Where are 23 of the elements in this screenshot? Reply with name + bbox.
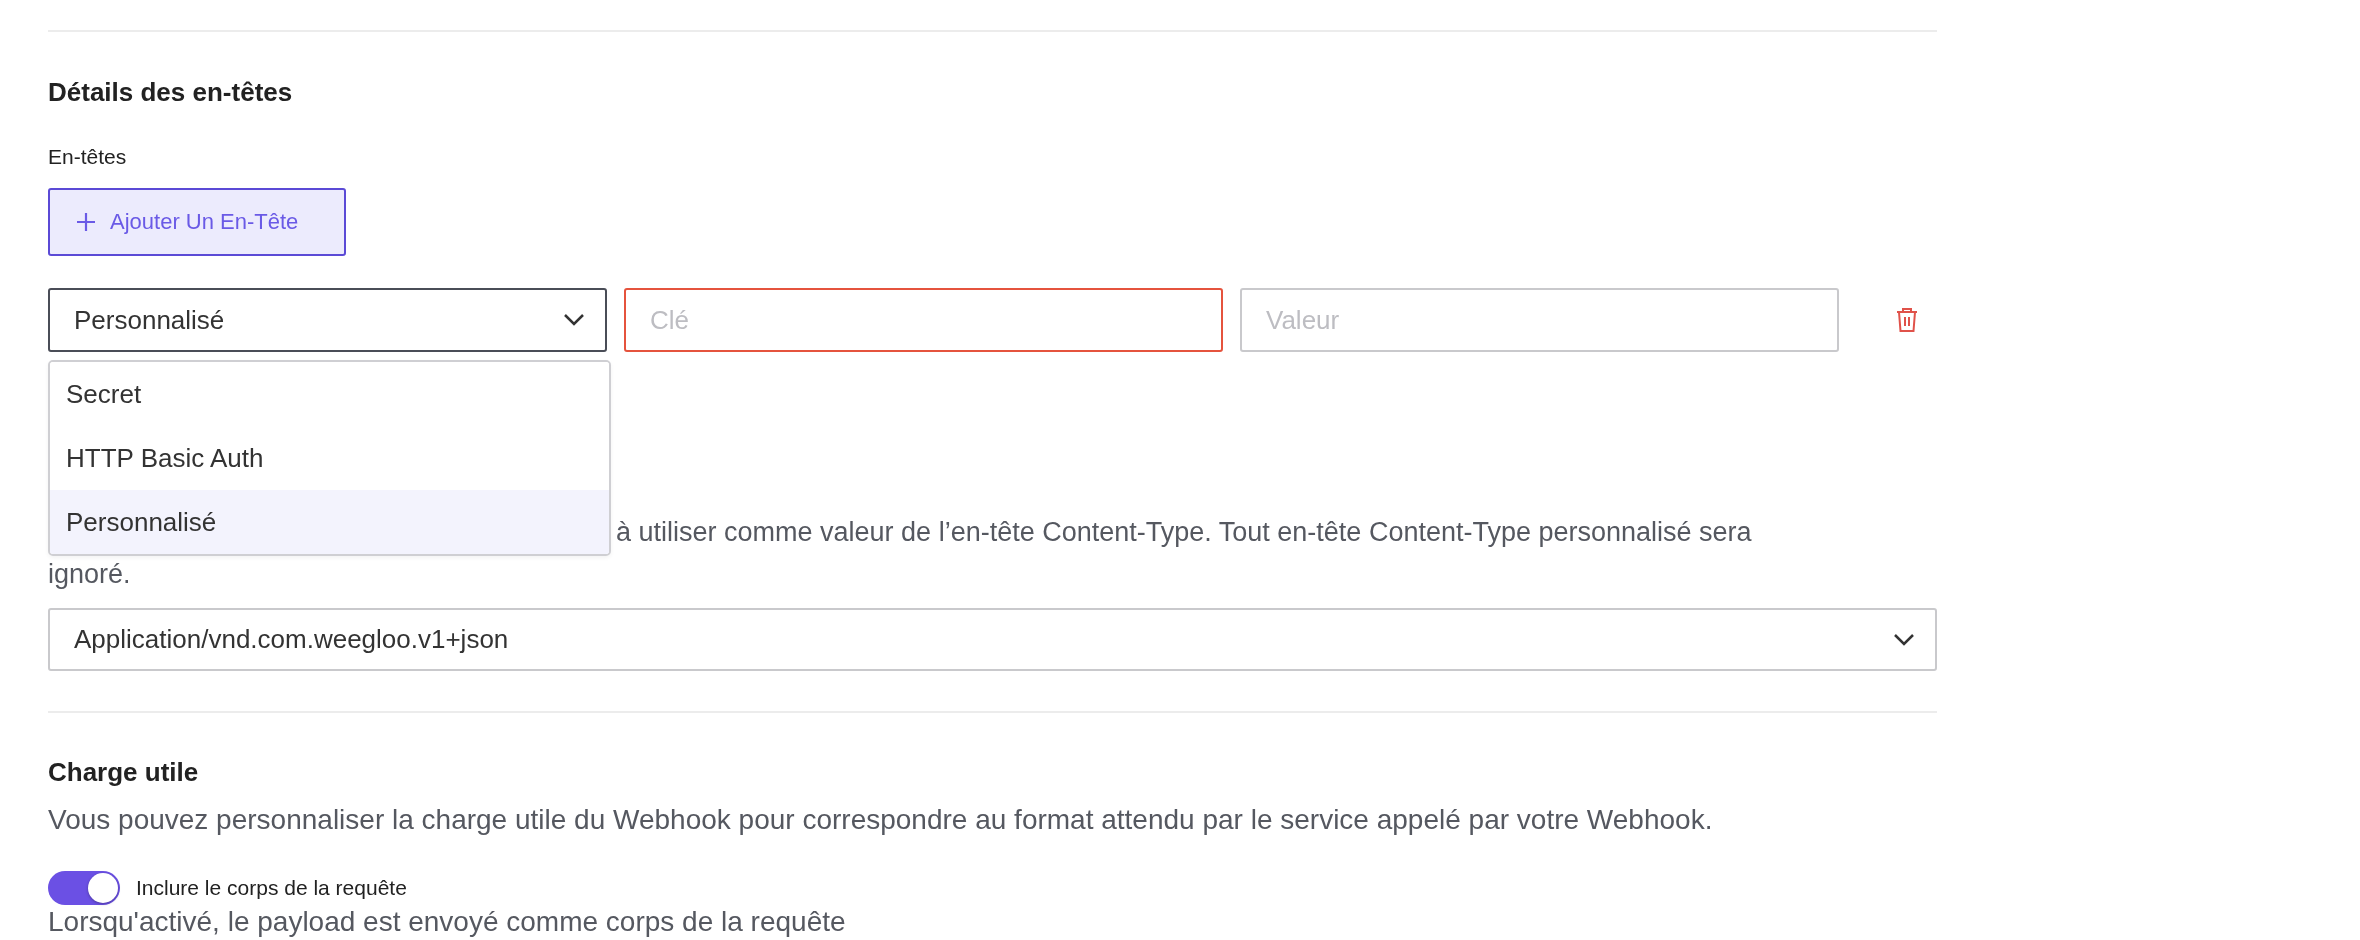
- section-title: Détails des en-têtes: [48, 76, 294, 109]
- menu-item[interactable]: HTTP Basic Auth: [50, 426, 609, 490]
- delete-icon[interactable]: [1896, 307, 1918, 333]
- section-description: Vous pouvez personnaliser la charge utile du Webhook pour correspondre au format attendu par le service appelé par votre Webhook.: [48, 803, 1714, 837]
- select-value: Application/vnd.com.weegloo.v1+json: [74, 624, 509, 655]
- plus-icon: [76, 212, 96, 232]
- note-text: Lorsqu'activé, le payload est envoyé comme corps de la requête: [48, 907, 847, 937]
- toggle-switch[interactable]: [48, 871, 120, 905]
- toggle-label: Inclure le corps de la requête: [136, 876, 407, 900]
- content-type-select[interactable]: Application/vnd.com.weegloo.v1+json: [48, 608, 1937, 671]
- field-label: En-têtes: [48, 144, 128, 170]
- value-field[interactable]: Valeur: [1240, 288, 1839, 352]
- header-type-select[interactable]: Personnalisé: [48, 288, 607, 352]
- add-header-button[interactable]: Ajouter Un En-Tête: [48, 188, 346, 256]
- chevron-down-icon: [1893, 632, 1915, 647]
- chevron-down-icon: [563, 313, 585, 327]
- select-value: Personnalisé: [74, 304, 225, 336]
- menu-item[interactable]: Secret: [50, 362, 609, 426]
- menu-item[interactable]: Personnalisé: [50, 490, 609, 554]
- help-text: à utiliser comme valeur de l’en-tête Content-Type. Tout en-tête Content-Type personnalisé sera: [616, 516, 1752, 549]
- section-title: Charge utile: [48, 756, 200, 789]
- key-field[interactable]: Clé: [624, 288, 1223, 352]
- help-text: ignoré.: [48, 558, 131, 591]
